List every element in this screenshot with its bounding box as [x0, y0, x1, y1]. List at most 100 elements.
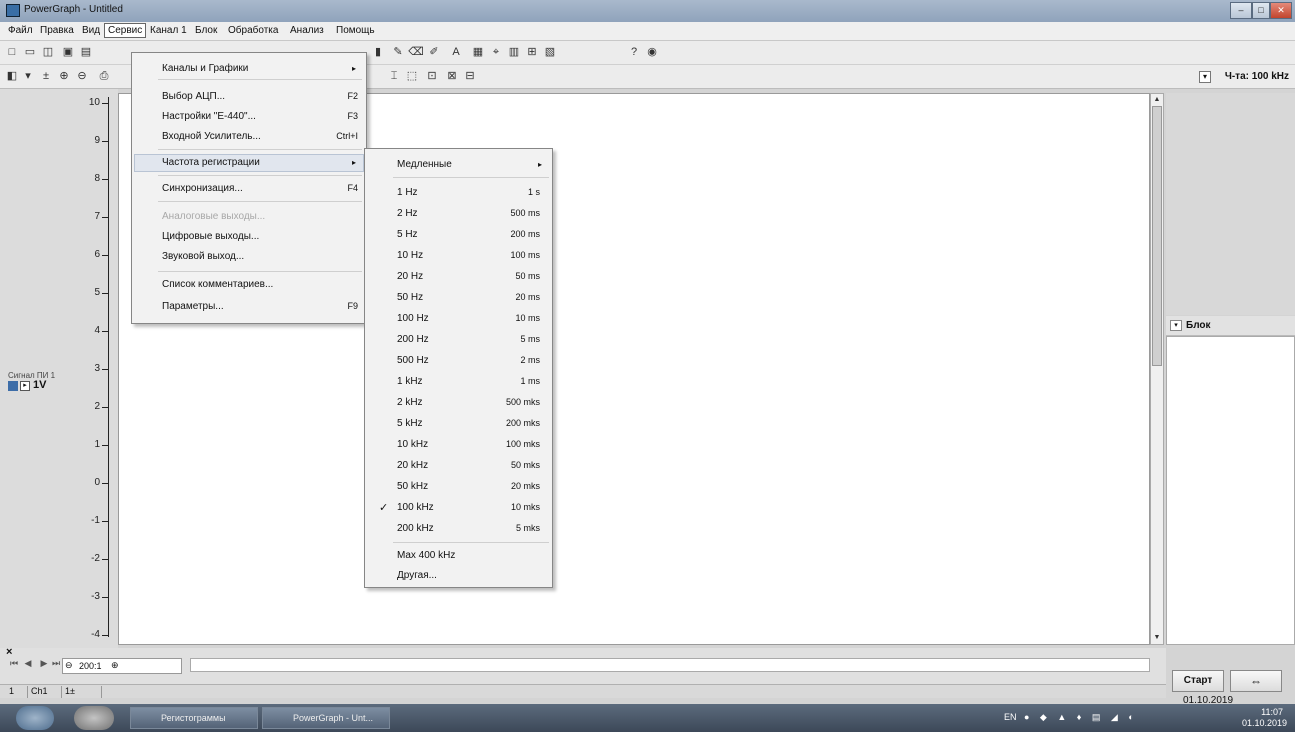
scroll-down-icon[interactable]: ▼: [1151, 632, 1163, 644]
close-button[interactable]: ✕: [1270, 2, 1292, 19]
menu-view[interactable]: Вид: [82, 25, 100, 36]
save-as-icon[interactable]: ▤: [78, 45, 94, 60]
frequency-item[interactable]: 1 Hz: [397, 187, 418, 198]
service-menu-item[interactable]: Звуковой выход...: [162, 251, 244, 265]
menu-help[interactable]: Помощь: [336, 25, 375, 36]
service-menu-item[interactable]: Цифровые выходы...: [162, 231, 259, 245]
last-page-icon[interactable]: ⏭: [50, 658, 62, 672]
text-icon[interactable]: A: [448, 45, 464, 60]
table-icon[interactable]: ▥: [506, 45, 522, 60]
windows-start-icon[interactable]: [16, 706, 54, 730]
compare-icon[interactable]: ⊞: [524, 45, 540, 60]
taskbar-item-powergraph[interactable]: PowerGraph - Unt...: [262, 707, 390, 729]
frequency-item[interactable]: 20 kHz: [397, 460, 428, 471]
save-icon[interactable]: ▣: [60, 45, 76, 60]
frequency-item[interactable]: 200 kHz: [397, 523, 434, 534]
zoom-out-small-icon[interactable]: ⊖: [65, 660, 73, 671]
browser-icon[interactable]: [74, 706, 114, 730]
menu-processing[interactable]: Обработка: [228, 25, 278, 36]
tray-icons[interactable]: ● ◆ ▲ ♦ ▤ ◢ ◐: [1024, 712, 1138, 723]
service-menu-item[interactable]: Синхронизация...: [162, 183, 243, 197]
service-menu-item[interactable]: Частота регистрации: [162, 157, 260, 171]
frequency-item[interactable]: 5 Hz: [397, 229, 418, 240]
minimize-button[interactable]: –: [1230, 2, 1252, 19]
service-menu-item[interactable]: Входной Усилитель...: [162, 131, 261, 145]
frequency-item[interactable]: 50 kHz: [397, 481, 428, 492]
frequency-item[interactable]: 5 kHz: [397, 418, 423, 429]
service-menu-item[interactable]: Параметры...: [162, 301, 224, 315]
zoom-out-icon[interactable]: ⊖: [74, 69, 90, 84]
prev-page-icon[interactable]: ◀: [22, 658, 34, 672]
frequency-item[interactable]: 20 Hz: [397, 271, 423, 282]
scale-icon[interactable]: ⊠: [444, 69, 460, 84]
frequency-item[interactable]: 1 kHz: [397, 376, 423, 387]
menu-channel[interactable]: Канал 1: [150, 25, 187, 36]
service-menu-item[interactable]: Список комментариев...: [162, 279, 273, 293]
scroll-thumb[interactable]: [1152, 106, 1162, 366]
close-x-icon[interactable]: ×: [6, 646, 12, 658]
menu-block[interactable]: Блок: [195, 25, 217, 36]
block-dropdown-icon[interactable]: ▾: [1170, 320, 1182, 331]
eraser-icon[interactable]: ⌫: [408, 45, 424, 60]
zoom-control[interactable]: ⊖ 200:1 ⊕: [62, 658, 182, 674]
menu-file[interactable]: Файл: [8, 25, 33, 36]
block-panel[interactable]: [1166, 336, 1295, 645]
horizontal-scrollbar[interactable]: [190, 658, 1150, 672]
record-icon[interactable]: ▮: [370, 45, 386, 60]
frequency-max-item[interactable]: Max 400 kHz: [397, 550, 455, 561]
marker-icon[interactable]: ✐: [426, 45, 442, 60]
zoom-in-icon[interactable]: ⊕: [56, 69, 72, 84]
next-page-icon[interactable]: ▶: [38, 658, 50, 672]
menu-analysis[interactable]: Анализ: [290, 25, 324, 36]
frequency-item[interactable]: 2 Hz: [397, 208, 418, 219]
connect-icon[interactable]: ⇔: [1230, 670, 1282, 692]
dropdown-icon[interactable]: ▾: [20, 69, 36, 84]
scroll-up-icon[interactable]: ▲: [1151, 94, 1163, 106]
autoscale-icon[interactable]: ⊟: [462, 69, 478, 84]
zoom-in-small-icon[interactable]: ⊕: [111, 660, 119, 671]
cursor-icon[interactable]: ⌶: [386, 69, 402, 84]
add-channel-icon[interactable]: ±: [38, 69, 54, 84]
open-file-icon[interactable]: ▭: [22, 45, 38, 60]
frequency-label[interactable]: Ч-та: 100 kHz: [1225, 71, 1289, 82]
fit-icon[interactable]: ⊡: [424, 69, 440, 84]
clock-time[interactable]: 11:07: [1261, 707, 1283, 717]
frequency-slow-item[interactable]: Медленные: [397, 159, 452, 170]
vertical-scrollbar[interactable]: ▲ ▼: [1150, 93, 1164, 645]
new-file-icon[interactable]: □: [4, 45, 20, 60]
frequency-other-item[interactable]: Другая...: [397, 570, 437, 581]
service-menu-item[interactable]: Выбор АЦП...: [162, 91, 225, 105]
frequency-item[interactable]: 10 kHz: [397, 439, 428, 450]
first-page-icon[interactable]: ⏮: [8, 658, 20, 672]
select-icon[interactable]: ⬚: [404, 69, 420, 84]
frequency-item[interactable]: 10 Hz: [397, 250, 423, 261]
frequency-item[interactable]: 50 Hz: [397, 292, 423, 303]
frequency-item[interactable]: 100 Hz: [397, 313, 429, 324]
frequency-item[interactable]: 2 kHz: [397, 397, 423, 408]
channel-scale[interactable]: 1V: [33, 379, 46, 391]
report-icon[interactable]: ▧: [542, 45, 558, 60]
menu-edit[interactable]: Правка: [40, 25, 74, 36]
channel-select-icon[interactable]: ◧: [4, 69, 20, 84]
brush-icon[interactable]: ✎: [390, 45, 406, 60]
frequency-item[interactable]: 500 Hz: [397, 355, 429, 366]
open-folder-icon[interactable]: ◫: [40, 45, 56, 60]
grid-icon[interactable]: ▦: [470, 45, 486, 60]
web-icon[interactable]: ◉: [644, 45, 660, 60]
frequency-dropdown-icon[interactable]: ▾: [1199, 71, 1211, 83]
taskbar-item-folder[interactable]: Регистограммы: [130, 707, 258, 729]
frequency-item[interactable]: 100 kHz: [397, 502, 434, 513]
menu-service[interactable]: Сервис: [104, 23, 147, 38]
print-icon[interactable]: ⎙: [96, 69, 112, 84]
service-menu-item[interactable]: Настройки "E-440"...: [162, 111, 256, 125]
channel-color-button[interactable]: [8, 381, 18, 391]
start-button[interactable]: Старт: [1172, 670, 1224, 692]
measure-icon[interactable]: ⌖: [488, 45, 504, 60]
service-menu-item[interactable]: Каналы и Графики: [162, 63, 248, 77]
language-indicator[interactable]: EN: [1004, 712, 1017, 722]
frequency-item[interactable]: 200 Hz: [397, 334, 429, 345]
channel-scale-arrow-icon[interactable]: ▸: [20, 381, 30, 391]
maximize-button[interactable]: □: [1252, 2, 1270, 19]
help-icon[interactable]: ?: [626, 45, 642, 60]
clock-date[interactable]: 01.10.2019: [1242, 718, 1287, 728]
